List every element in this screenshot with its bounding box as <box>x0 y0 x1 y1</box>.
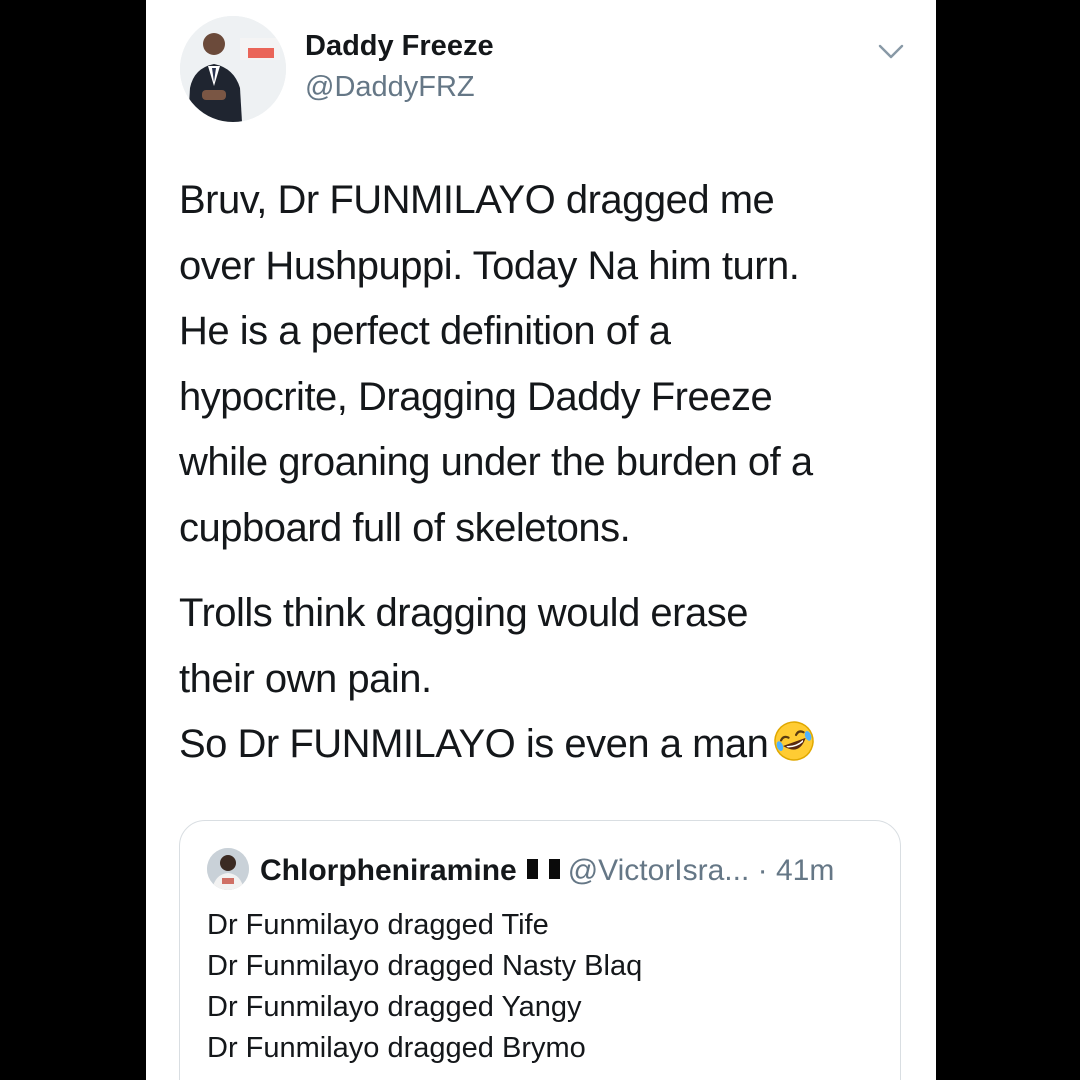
tweet-line: hypocrite, Dragging Daddy Freeze <box>179 374 773 419</box>
chevron-down-icon[interactable] <box>876 38 906 64</box>
laughing-emoji-icon <box>772 718 816 762</box>
tweet-line: Bruv, Dr FUNMILAYO dragged me <box>179 178 775 222</box>
tweet-line: over Hushpuppi. Today Na him turn. <box>179 243 800 288</box>
quoted-author-name[interactable]: Chlorpheniramine <box>260 854 517 887</box>
quoted-tweet[interactable]: Chlorpheniramine @VictorIsra... · 41m Dr… <box>179 820 901 1080</box>
quoted-timestamp[interactable]: · 41m <box>758 854 835 887</box>
tweet-line: Trolls think dragging would erase <box>179 591 749 635</box>
tweet-line: cupboard full of skeletons. <box>179 505 631 550</box>
tweet-line-last: So Dr FUNMILAYO is even a man <box>179 712 919 778</box>
tweet-line: He is a perfect definition of a <box>179 309 671 353</box>
quoted-line: Dr Funmilayo dragged Tife <box>207 909 549 941</box>
quoted-line: Dr Funmilayo dragged Brymo <box>207 1032 586 1064</box>
nigeria-flag-icon <box>526 851 560 879</box>
tweet-line-text: So Dr FUNMILAYO is even a man <box>179 722 769 766</box>
quoted-author-handle[interactable]: @VictorIsra... <box>568 854 750 887</box>
tweet-line: their own pain. <box>179 656 432 701</box>
author-name[interactable]: Daddy Freeze <box>305 30 494 63</box>
tweet-body: Bruv, Dr FUNMILAYO dragged me over Hushp… <box>179 168 919 778</box>
quoted-line: Dr Funmilayo dragged Yangy <box>207 991 582 1023</box>
author-avatar[interactable] <box>180 16 286 122</box>
profile-photo-icon <box>207 848 249 890</box>
author-handle[interactable]: @DaddyFRZ <box>305 71 475 104</box>
profile-photo-icon <box>180 16 286 122</box>
quoted-body: Dr Funmilayo dragged Tife Dr Funmilayo d… <box>207 905 642 1069</box>
quoted-avatar[interactable] <box>207 848 249 890</box>
tweet-card: Daddy Freeze @DaddyFRZ Bruv, Dr FUNMILAY… <box>146 0 936 1080</box>
quoted-line: Dr Funmilayo dragged Nasty Blaq <box>207 950 643 982</box>
tweet-line: while groaning under the burden of a <box>179 440 813 484</box>
quoted-header: Chlorpheniramine @VictorIsra... · 41m <box>260 851 834 890</box>
